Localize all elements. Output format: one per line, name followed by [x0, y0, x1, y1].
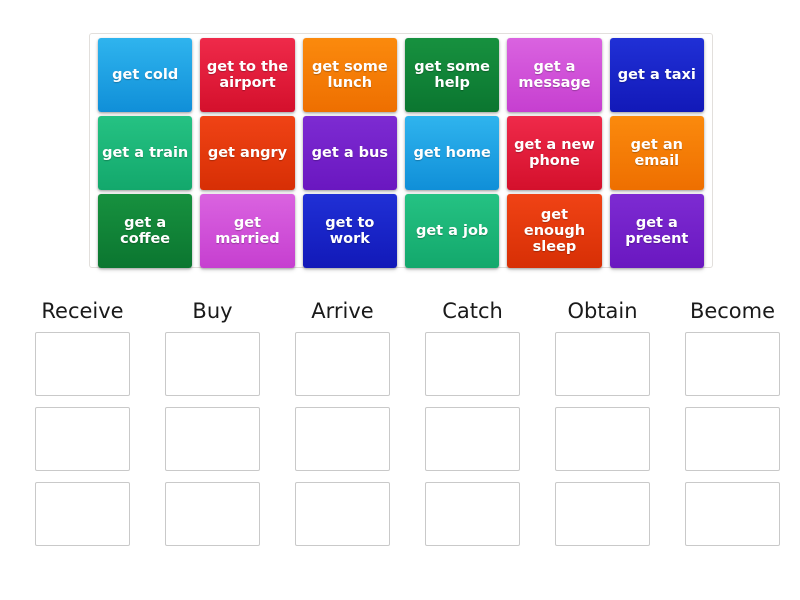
word-tile[interactable]: get a train: [98, 116, 193, 190]
word-tile[interactable]: get a coffee: [98, 194, 193, 268]
word-tile-label: get a new phone: [514, 136, 595, 169]
category-header-become: Become: [689, 299, 776, 323]
word-tile[interactable]: get cold: [98, 38, 193, 112]
word-tile-label: get a bus: [311, 144, 388, 161]
word-tile-label: get angry: [207, 144, 288, 161]
word-tile-label: get enough sleep: [523, 206, 586, 256]
word-tile-label: get to work: [325, 214, 375, 247]
tile-row: get a coffee get married get to work get…: [94, 194, 708, 270]
dropzone-catch-1[interactable]: [425, 332, 520, 396]
dropzone-catch-2[interactable]: [425, 407, 520, 471]
word-tile[interactable]: get a job: [404, 194, 500, 268]
dropzone-arrive-3[interactable]: [295, 482, 390, 546]
dropzone-become-1[interactable]: [685, 332, 780, 396]
word-tile[interactable]: get a new phone: [507, 116, 602, 190]
tile-row: get cold get to the airport get some lun…: [94, 38, 708, 114]
word-tile-label: get some help: [414, 58, 491, 91]
word-tile[interactable]: get to the airport: [200, 38, 295, 112]
word-tiles-tray: get cold get to the airport get some lun…: [89, 33, 713, 268]
dropzone-arrive-2[interactable]: [295, 407, 390, 471]
word-tile-label: get married: [215, 214, 280, 247]
word-tile[interactable]: get a bus: [302, 116, 397, 190]
dropzone-row: [0, 407, 800, 482]
word-tile[interactable]: get home: [404, 116, 500, 190]
dropzone-obtain-2[interactable]: [555, 407, 650, 471]
dropzone-obtain-1[interactable]: [555, 332, 650, 396]
word-tile-label: get a train: [102, 144, 189, 161]
dropzone-receive-3[interactable]: [35, 482, 130, 546]
group-sort-activity: get cold get to the airport get some lun…: [0, 0, 800, 600]
category-header-catch: Catch: [442, 299, 503, 323]
dropzone-receive-2[interactable]: [35, 407, 130, 471]
word-tile-label: get an email: [630, 136, 683, 169]
dropzone-arrive-1[interactable]: [295, 332, 390, 396]
word-tile-label: get a present: [625, 214, 689, 247]
word-tile[interactable]: get married: [200, 194, 295, 268]
word-tile-label: get home: [413, 144, 491, 161]
word-tile[interactable]: get a message: [507, 38, 602, 112]
dropzone-buy-2[interactable]: [165, 407, 260, 471]
category-header-buy: Buy: [192, 299, 233, 323]
word-tile-label: get a taxi: [617, 66, 696, 83]
dropzone-buy-1[interactable]: [165, 332, 260, 396]
dropzone-row: [0, 482, 800, 557]
category-header-arrive: Arrive: [311, 299, 374, 323]
tile-row: get a train get angry get a bus get home…: [94, 116, 708, 192]
word-tile[interactable]: get a present: [609, 194, 704, 268]
dropzone-catch-3[interactable]: [425, 482, 520, 546]
word-tile[interactable]: get a taxi: [609, 38, 704, 112]
dropzone-row: [0, 332, 800, 407]
category-header-row: Receive Buy Arrive Catch Obtain Become: [0, 290, 800, 332]
dropzone-obtain-3[interactable]: [555, 482, 650, 546]
word-tile[interactable]: get to work: [302, 194, 397, 268]
word-tile-label: get cold: [112, 66, 179, 83]
dropzone-receive-1[interactable]: [35, 332, 130, 396]
category-header-receive: Receive: [41, 299, 124, 323]
word-tile[interactable]: get some help: [404, 38, 500, 112]
dropzone-buy-3[interactable]: [165, 482, 260, 546]
word-tile-label: get a message: [518, 58, 591, 91]
category-columns: Receive Buy Arrive Catch Obtain Become: [0, 290, 800, 557]
word-tile[interactable]: get some lunch: [302, 38, 397, 112]
word-tile-label: get to the airport: [206, 58, 289, 91]
dropzone-become-2[interactable]: [685, 407, 780, 471]
category-header-obtain: Obtain: [567, 299, 638, 323]
word-tile-label: get some lunch: [311, 58, 388, 91]
word-tile[interactable]: get angry: [200, 116, 295, 190]
word-tile-label: get a job: [415, 222, 489, 239]
word-tile[interactable]: get an email: [609, 116, 704, 190]
word-tile-label: get a coffee: [120, 214, 171, 247]
dropzone-become-3[interactable]: [685, 482, 780, 546]
word-tile[interactable]: get enough sleep: [507, 194, 602, 268]
